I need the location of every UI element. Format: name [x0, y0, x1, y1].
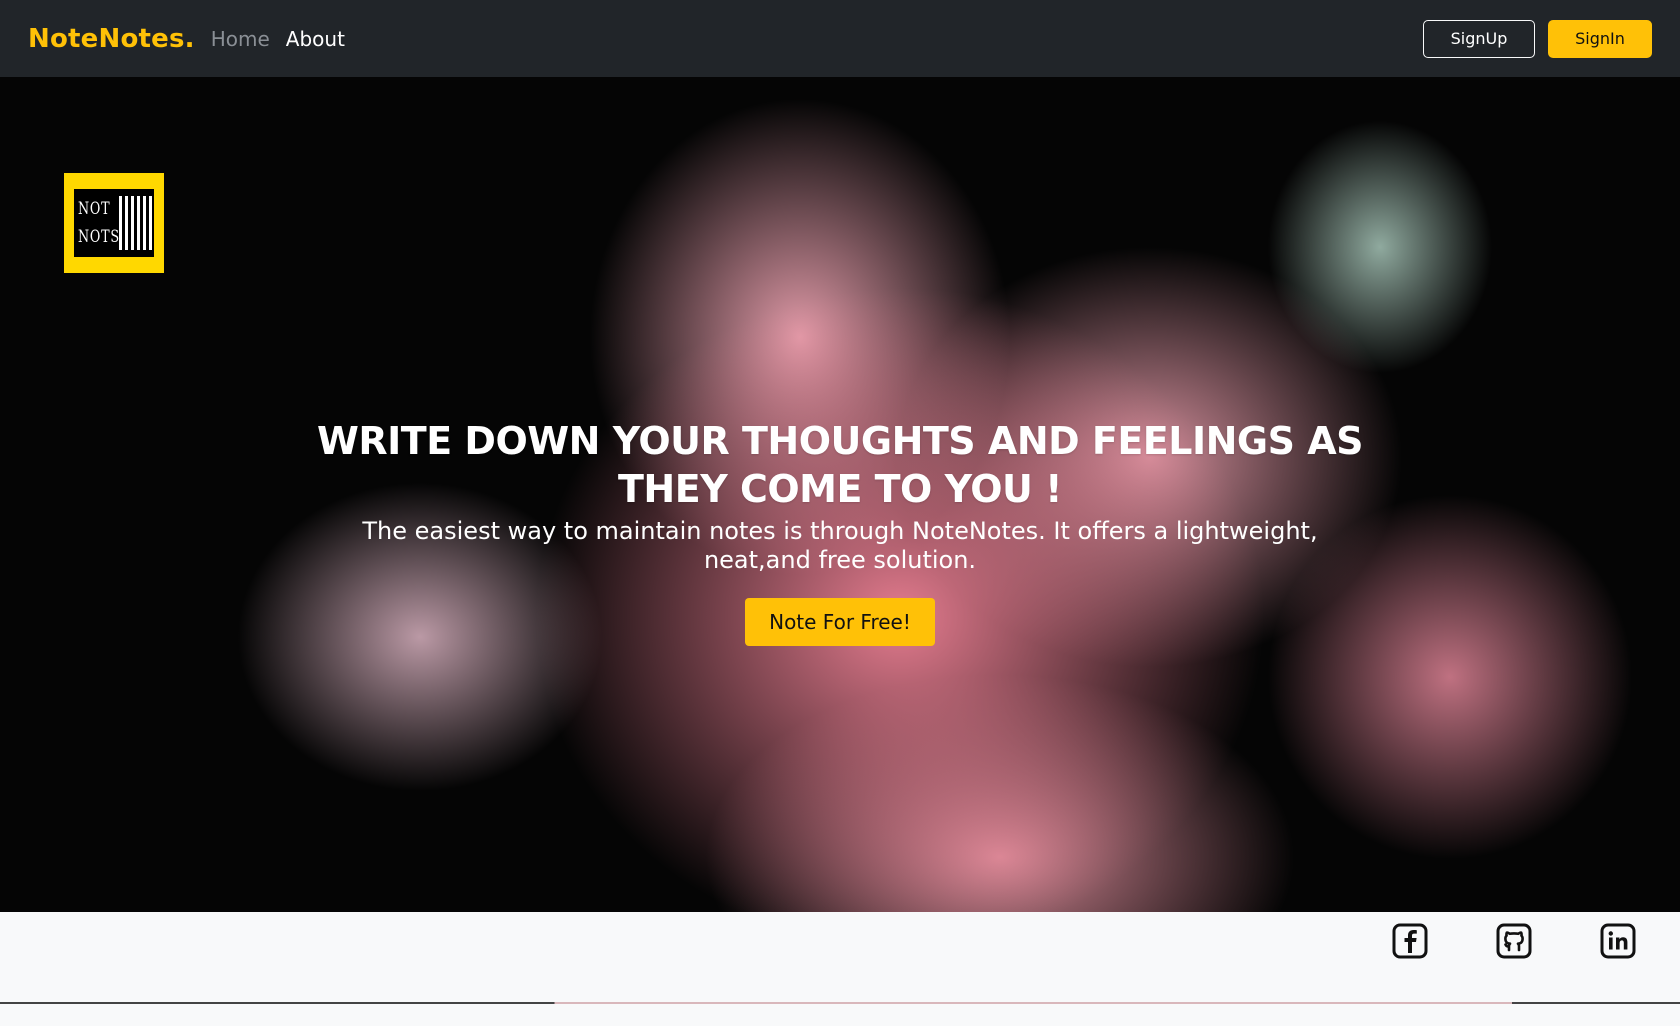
brand-logo[interactable]: NoteNotes.: [28, 24, 195, 54]
facebook-icon[interactable]: [1392, 923, 1428, 959]
logo-text: NOT NOTS: [78, 195, 120, 251]
signup-button[interactable]: SignUp: [1423, 19, 1535, 58]
bottom-divider: [0, 1002, 1680, 1004]
hero-subtitle: The easiest way to maintain notes is thr…: [362, 517, 1318, 574]
logo-bar: [131, 196, 134, 250]
hero-title-line-2: THEY COME TO YOU !: [618, 467, 1062, 511]
hero-title-line-1: WRITE DOWN YOUR THOUGHTS AND FEELINGS AS: [316, 419, 1364, 463]
footer: [0, 912, 1680, 1002]
logo-text-line-1: NOT: [78, 199, 111, 219]
auth-buttons: SignUp SignIn: [1423, 19, 1652, 58]
hero-section: NOT NOTS WRITE DOWN YOUR THOUGHTS AND FE…: [0, 77, 1680, 912]
logo-bar: [125, 196, 128, 250]
github-icon[interactable]: [1496, 923, 1532, 959]
logo-bar: [143, 196, 146, 250]
app-logo-badge: NOT NOTS: [64, 173, 164, 273]
hero-title: WRITE DOWN YOUR THOUGHTS AND FEELINGS AS…: [300, 417, 1380, 513]
logo-barcode: [119, 196, 152, 250]
nav-link-about[interactable]: About: [286, 27, 345, 51]
logo-bar: [137, 196, 140, 250]
hero-content: WRITE DOWN YOUR THOUGHTS AND FEELINGS AS…: [300, 417, 1380, 646]
signin-button[interactable]: SignIn: [1548, 19, 1652, 58]
note-for-free-button[interactable]: Note For Free!: [745, 598, 935, 646]
navbar: NoteNotes. Home About SignUp SignIn: [0, 0, 1680, 77]
logo-bar: [149, 196, 152, 250]
logo-mark: NOT NOTS: [74, 189, 154, 257]
logo-text-line-2: NOTS: [78, 227, 120, 247]
nav-link-home[interactable]: Home: [211, 27, 270, 51]
linkedin-icon[interactable]: [1600, 923, 1636, 959]
